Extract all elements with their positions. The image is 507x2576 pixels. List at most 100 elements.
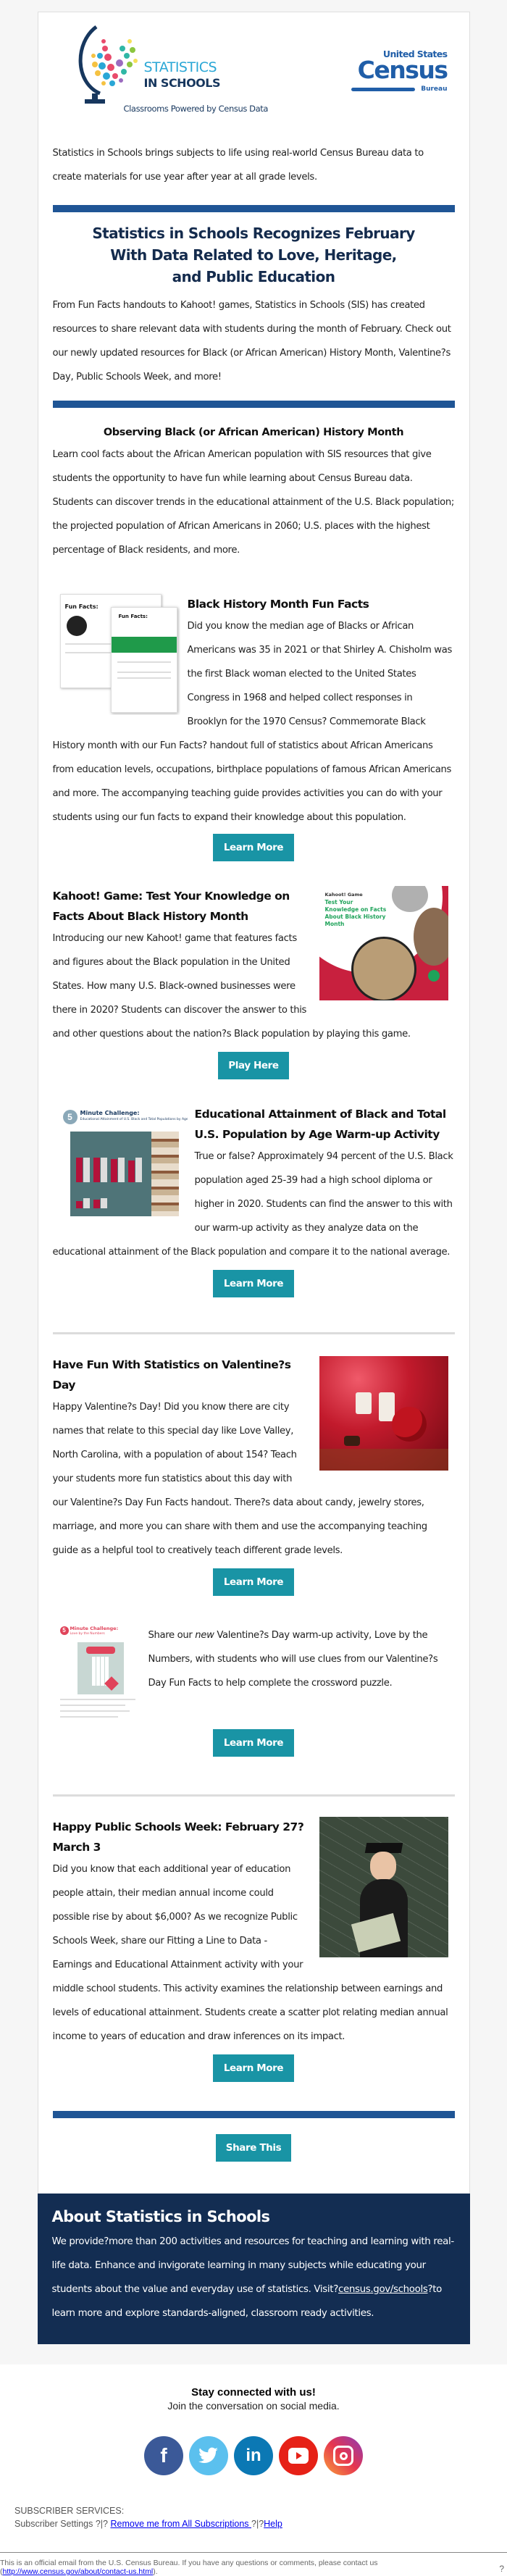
challenge-sub: Educational Attainment of U.S. Black and… — [80, 1118, 188, 1121]
divider — [52, 2111, 455, 2118]
statistics-in-schools-logo[interactable]: STATISTICS IN SCHOOLS Classrooms Powered… — [67, 21, 268, 122]
subscriber-settings: Subscriber Settings ?|? — [14, 2519, 111, 2529]
contact-us-link[interactable]: http://www.census.gov/about/contact-us.h… — [3, 2567, 154, 2576]
divider — [52, 205, 455, 212]
challenge-label: Minute Challenge: — [80, 1110, 140, 1116]
census-logo-bottom: Bureau — [421, 85, 448, 93]
challenge-sub: Love by the Numbers — [70, 1632, 105, 1636]
chocolate — [343, 1436, 360, 1446]
valentines-item: Have Fun With Statistics on Valentine?s … — [38, 1355, 469, 1596]
kahoot-thumbnail[interactable]: Kahoot! Game Test Your Knowledge on Fact… — [319, 886, 448, 1000]
handout-line — [117, 672, 171, 673]
sankofa-bird-icon — [66, 616, 87, 636]
bar — [117, 1158, 125, 1182]
share-this-button[interactable]: Share This — [215, 2134, 292, 2162]
about-text: We provide?more than 200 activities and … — [52, 2230, 456, 2325]
bar — [110, 1159, 117, 1182]
fun-facts-thumbnail[interactable]: Fun Facts: Fun Facts: — [59, 588, 180, 715]
subscriber-heading: SUBSCRIBER SERVICES: — [14, 2506, 125, 2516]
sis-logo-line2: IN SCHOOLS — [143, 76, 221, 90]
about-section: About Statistics in Schools We provide?m… — [37, 2194, 470, 2344]
bar — [100, 1198, 107, 1208]
learn-more-button[interactable]: Learn More — [212, 1729, 295, 1757]
footer-trailing-char: ? — [499, 2564, 504, 2574]
social-icons: f in — [0, 2436, 507, 2475]
learn-more-button[interactable]: Learn More — [212, 834, 295, 861]
footer: This is an official email from the U.S. … — [0, 2553, 507, 2576]
title-line-3: and Public Education — [172, 268, 335, 285]
youtube-icon[interactable] — [279, 2436, 318, 2475]
census-schools-link[interactable]: census.gov/schools — [338, 2284, 428, 2295]
twitter-icon[interactable] — [189, 2436, 228, 2475]
social-heading: Stay connected with us! — [191, 2386, 316, 2399]
divider — [52, 1794, 455, 1797]
census-bureau-logo[interactable]: United States Census Bureau — [351, 49, 449, 99]
text-line — [59, 1710, 130, 1712]
learn-more-button[interactable]: Learn More — [212, 2054, 295, 2082]
five-minute-icon: 5 — [62, 1110, 77, 1124]
section-title-black-history: Observing Black (or African American) Hi… — [103, 427, 404, 438]
email-card: STATISTICS IN SCHOOLS Classrooms Powered… — [37, 12, 470, 2194]
section-text-black-history: Learn cool facts about the African Ameri… — [52, 449, 455, 556]
handout-green-band — [111, 637, 177, 653]
text-line — [59, 1716, 118, 1718]
green-dot — [427, 970, 440, 982]
camera-glyph — [333, 2446, 353, 2466]
love-by-numbers-thumbnail[interactable]: 5 Minute Challenge: Love by the Numbers — [59, 1621, 140, 1729]
learn-more-button[interactable]: Learn More — [212, 1568, 295, 1596]
play-here-button[interactable]: Play Here — [218, 1052, 289, 1079]
footer-link-line: (http://www.census.gov/about/contact-us.… — [0, 2567, 158, 2576]
subscriber-services: SUBSCRIBER SERVICES: Subscriber Settings… — [0, 2475, 507, 2530]
bar — [100, 1158, 107, 1182]
public-schools-thumbnail[interactable] — [319, 1817, 448, 1957]
bar — [75, 1158, 83, 1182]
title-line-1: Statistics in Schools Recognizes Februar… — [92, 225, 415, 242]
subscriber-links: Subscriber Settings ?|? Remove me from A… — [14, 2517, 507, 2530]
candle — [378, 1392, 395, 1421]
crossword-image — [77, 1642, 124, 1694]
intro-text: Statistics in Schools brings subjects to… — [52, 148, 424, 183]
books-image — [151, 1132, 179, 1216]
kahoot-headline: Test Your Knowledge on Facts About Black… — [324, 899, 387, 927]
handout-label: Fun Facts: — [118, 614, 148, 619]
sis-logo-line1: STATISTICS — [143, 59, 217, 75]
instagram-icon[interactable] — [324, 2436, 363, 2475]
bar — [135, 1158, 142, 1182]
social-section: Stay connected with us! Join the convers… — [0, 2364, 507, 2475]
unsubscribe-link[interactable]: Remove me from All Subscriptions — [110, 2519, 251, 2529]
kahoot-kicker: Kahoot! Game — [324, 892, 363, 898]
button-wrap: Learn More — [53, 834, 455, 861]
button-wrap: Play Here — [53, 1052, 455, 1079]
crossword-banner — [85, 1647, 115, 1654]
twitter-bird-glyph — [198, 2447, 218, 2464]
text-line — [59, 1705, 125, 1706]
facebook-icon[interactable]: f — [144, 2436, 183, 2475]
text-pre: Share our — [148, 1630, 196, 1641]
valentines-warmup-item: 5 Minute Challenge: Love by the Numbers … — [38, 1621, 469, 1757]
social-subheading: Join the conversation on social media. — [167, 2400, 340, 2412]
about-title: About Statistics in Schools — [51, 2208, 271, 2225]
camera-lens — [339, 2451, 348, 2460]
help-link[interactable]: Help — [264, 2519, 282, 2529]
linkedin-icon[interactable]: in — [234, 2436, 273, 2475]
learn-more-button[interactable]: Learn More — [212, 1270, 295, 1297]
challenge-label: Minute Challenge: — [70, 1626, 119, 1631]
bar — [93, 1158, 100, 1182]
divider — [52, 401, 455, 408]
kahoot-item: Kahoot! Game Test Your Knowledge on Fact… — [38, 886, 469, 1079]
bar — [83, 1198, 90, 1208]
fun-facts-item: Fun Facts: Fun Facts: Black History Mont… — [38, 588, 469, 861]
educational-attainment-thumbnail[interactable]: 5 Minute Challenge: Educational Attainme… — [59, 1103, 188, 1222]
lead-text: From Fun Facts handouts to Kahoot! games… — [52, 300, 451, 382]
graduates-photo — [351, 937, 416, 1000]
bar — [83, 1158, 90, 1182]
man-photo — [413, 908, 448, 966]
button-wrap: Learn More — [53, 1270, 455, 1297]
separator: ?|? — [251, 2519, 264, 2529]
rose-icon — [391, 1407, 427, 1442]
bar — [93, 1200, 100, 1208]
email-background: STATISTICS IN SCHOOLS Classrooms Powered… — [0, 0, 507, 2364]
table-surface — [319, 1449, 448, 1471]
title-line-2: With Data Related to Love, Heritage, — [110, 246, 397, 264]
valentines-thumbnail[interactable] — [319, 1356, 448, 1471]
